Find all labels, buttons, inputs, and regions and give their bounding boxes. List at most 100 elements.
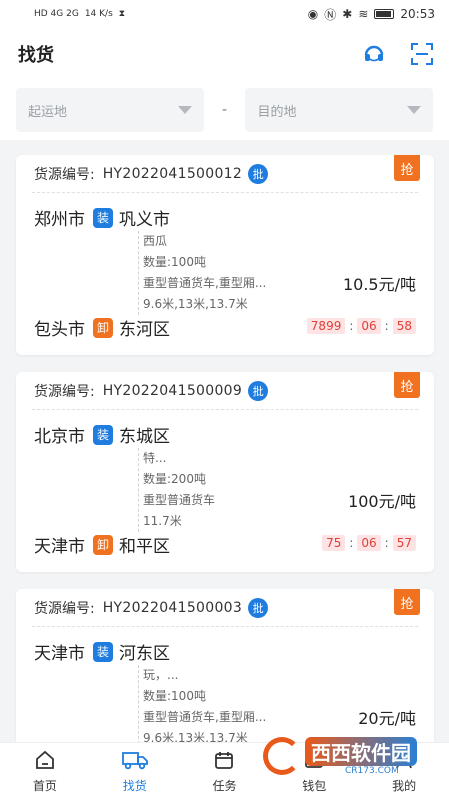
timer-minutes: 06 [357, 318, 381, 334]
timer-separator: : [349, 319, 354, 333]
truck-length: 9.6米,13米,13.7米 [143, 297, 248, 311]
origin-city: 北京市 [34, 427, 85, 447]
customer-service-button[interactable] [361, 41, 387, 67]
origin-city: 郑州市 [34, 210, 85, 230]
filter-separator: - [221, 102, 228, 118]
timer-hours: 7899 [306, 318, 346, 334]
unload-badge: 卸 [93, 317, 113, 338]
card-header: 货源编号: HY2022041500003 批 [32, 589, 418, 627]
destination-placeholder: 目的地 [257, 104, 297, 120]
countdown-timer: 75 : 06 : 57 [322, 535, 416, 551]
caret-down-icon [407, 106, 422, 114]
origin-row: 天津市 装 河东区 [34, 639, 170, 664]
signal-indicators: HD 4G 2G [34, 9, 79, 19]
quantity: 数量:100吨 [143, 255, 206, 269]
network-speed: 14 K/s [84, 9, 113, 19]
tab-find-cargo[interactable]: 找货 [90, 743, 180, 797]
goods-name: 玩，... [143, 668, 179, 682]
destination-district: 和平区 [119, 537, 170, 557]
load-badge: 装 [93, 207, 113, 228]
origin-city: 天津市 [34, 644, 85, 664]
grab-order-button[interactable]: 抢 [394, 155, 420, 181]
batch-badge: 批 [248, 380, 269, 401]
origin-row: 北京市 装 东城区 [34, 422, 170, 447]
timer-separator: : [384, 536, 389, 550]
status-bar: HD 4G 2G 14 K/s ⧗ ◉ Ⓝ ✱ ≋ 20:53 [0, 0, 449, 28]
watermark-main-text: 西西软件园 [305, 736, 417, 766]
cargo-code: HY2022041500009 [102, 382, 243, 399]
origin-district: 东城区 [119, 427, 170, 447]
clock: 20:53 [400, 7, 435, 21]
price: 10.5元/吨 [342, 275, 416, 294]
scan-icon [411, 43, 433, 65]
tab-label: 任务 [212, 779, 237, 793]
timer-minutes: 06 [357, 535, 381, 551]
cargo-card[interactable]: 抢 货源编号: HY2022041500012 批 郑州市 装 巩义市 西瓜 数… [16, 155, 434, 355]
cargo-card[interactable]: 抢 货源编号: HY2022041500009 批 北京市 装 东城区 特...… [16, 372, 434, 572]
watermark-logo-icon [263, 737, 301, 775]
timer-separator: : [349, 536, 354, 550]
cargo-code-label: 货源编号: [34, 166, 95, 183]
timer-hours: 75 [322, 535, 346, 551]
top-header: 找货 [0, 28, 449, 80]
cargo-code-label: 货源编号: [34, 600, 95, 617]
quantity: 数量:200吨 [143, 472, 206, 486]
cargo-list: 抢 货源编号: HY2022041500012 批 郑州市 装 巩义市 西瓜 数… [16, 155, 434, 797]
truck-icon [121, 752, 148, 770]
grab-order-button[interactable]: 抢 [394, 372, 420, 398]
truck-type: 重型普通货车,重型厢... [143, 710, 267, 724]
card-header: 货源编号: HY2022041500009 批 [32, 372, 418, 410]
battery-icon [374, 9, 395, 19]
unload-badge: 卸 [93, 534, 113, 555]
wifi-icon: ≋ [358, 7, 369, 21]
cargo-details: 特... 数量:200吨 重型普通货车 11.7米 [138, 448, 303, 532]
origin-row: 郑州市 装 巩义市 [34, 205, 170, 230]
timer-seconds: 57 [392, 535, 416, 551]
tab-label: 找货 [122, 779, 147, 793]
truck-type: 重型普通货车 [143, 493, 216, 507]
tab-label: 钱包 [302, 779, 327, 793]
cargo-code: HY2022041500003 [102, 599, 243, 616]
site-watermark: 西西软件园 CR173.COM [263, 735, 433, 777]
quantity: 数量:100吨 [143, 689, 206, 703]
nfc-icon: Ⓝ [324, 7, 337, 22]
batch-badge: 批 [248, 163, 269, 184]
goods-name: 特... [143, 451, 167, 465]
tab-tasks[interactable]: 任务 [180, 743, 270, 797]
tab-label: 首页 [32, 779, 57, 793]
home-icon [35, 750, 54, 769]
scan-button[interactable] [409, 41, 435, 67]
price: 20元/吨 [358, 709, 416, 728]
truck-length: 11.7米 [143, 514, 182, 528]
destination-row: 包头市 卸 东河区 [34, 315, 170, 340]
eye-icon: ◉ [307, 7, 319, 21]
card-header: 货源编号: HY2022041500012 批 [32, 155, 418, 193]
filter-bar: 起运地 - 目的地 [0, 80, 449, 140]
goods-name: 西瓜 [143, 234, 168, 248]
truck-type: 重型普通货车,重型厢... [143, 276, 267, 290]
origin-placeholder: 起运地 [28, 104, 68, 120]
origin-district: 巩义市 [119, 210, 170, 230]
destination-city: 包头市 [34, 320, 85, 340]
grab-order-button[interactable]: 抢 [394, 589, 420, 615]
origin-district: 河东区 [119, 644, 170, 664]
cargo-code: HY2022041500012 [102, 165, 243, 182]
page-title: 找货 [18, 45, 54, 66]
load-badge: 装 [93, 641, 113, 662]
countdown-timer: 7899 : 06 : 58 [306, 318, 416, 334]
price: 100元/吨 [348, 492, 416, 511]
hourglass-icon: ⧗ [118, 9, 126, 19]
cargo-details: 西瓜 数量:100吨 重型普通货车,重型厢... 9.6米,13米,13.7米 [138, 231, 303, 315]
headset-icon [364, 45, 384, 62]
destination-city: 天津市 [34, 537, 85, 557]
tab-label: 我的 [392, 779, 417, 793]
origin-select[interactable]: 起运地 [16, 88, 204, 132]
cargo-code-label: 货源编号: [34, 383, 95, 400]
calendar-icon [215, 752, 234, 769]
destination-district: 东河区 [119, 320, 170, 340]
tab-home[interactable]: 首页 [0, 743, 90, 797]
bluetooth-icon: ✱ [342, 7, 353, 21]
batch-badge: 批 [248, 597, 269, 618]
watermark-sub-text: CR173.COM [345, 765, 399, 776]
destination-select[interactable]: 目的地 [245, 88, 434, 132]
